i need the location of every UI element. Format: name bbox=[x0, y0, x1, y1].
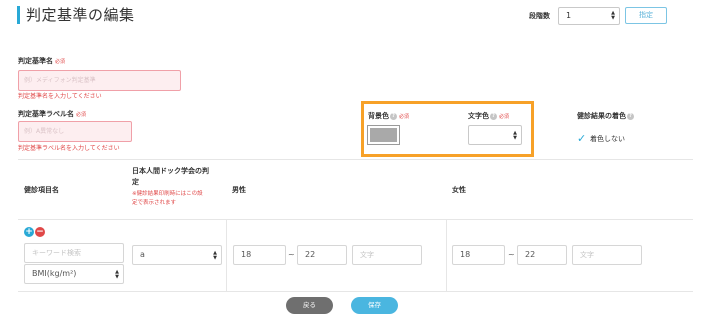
criteria-name-label: 判定基準名 必須 bbox=[18, 57, 65, 67]
table-header-border bbox=[18, 219, 693, 220]
help-icon[interactable]: ? bbox=[627, 112, 634, 120]
save-button[interactable]: 保存 bbox=[351, 297, 398, 314]
column-divider bbox=[446, 219, 447, 291]
title-accent-bar bbox=[17, 6, 20, 24]
society-judgment-select[interactable]: a ▲ ▼ bbox=[132, 245, 222, 265]
text-color-label: 文字色? 必須 bbox=[468, 112, 509, 122]
criteria-label-name-label: 判定基準ラベル名 必須 bbox=[18, 110, 86, 120]
back-button[interactable]: 戻る bbox=[286, 297, 333, 314]
range-tilde: ~ bbox=[288, 250, 295, 259]
bg-color-label: 背景色? 必須 bbox=[368, 112, 409, 122]
stage-count-value: 1 bbox=[566, 11, 572, 20]
header-male: 男性 bbox=[232, 186, 246, 194]
female-max-input[interactable]: 22 bbox=[517, 245, 567, 265]
criteria-label-name-label-text: 判定基準ラベル名 bbox=[18, 110, 74, 118]
keyword-search-input[interactable]: キーワード検索 bbox=[24, 243, 124, 263]
header-society-note-line2: 定で表示されます bbox=[132, 200, 177, 206]
result-color-label-text: 健診結果の着色 bbox=[577, 112, 626, 120]
bg-color-label-text: 背景色 bbox=[368, 112, 389, 120]
bg-color-swatch bbox=[370, 128, 397, 142]
text-color-label-text: 文字色 bbox=[468, 112, 489, 120]
required-badge: 必須 bbox=[499, 114, 510, 120]
female-text-placeholder: 文字 bbox=[580, 251, 594, 259]
spinner-icon: ▲ ▼ bbox=[513, 130, 517, 141]
keyword-search-placeholder: キーワード検索 bbox=[32, 249, 81, 257]
apply-button[interactable]: 指定 bbox=[625, 7, 667, 24]
stage-count-label: 段階数 bbox=[529, 12, 550, 20]
required-badge: 必須 bbox=[76, 112, 87, 118]
male-min-input[interactable]: 18 bbox=[233, 245, 286, 265]
table-bottom-border bbox=[18, 291, 693, 292]
result-color-label: 健診結果の着色? bbox=[577, 112, 634, 121]
society-judgment-value: a bbox=[140, 250, 145, 259]
spinner-icon: ▲ ▼ bbox=[115, 269, 119, 280]
criteria-label-name-error: 判定基準ラベル名を入力してください bbox=[18, 145, 120, 152]
male-max-input[interactable]: 22 bbox=[297, 245, 347, 265]
table-top-border bbox=[18, 159, 693, 160]
page-title: 判定基準の編集 bbox=[26, 6, 135, 24]
criteria-label-name-input[interactable]: 例）A異常なし bbox=[18, 121, 132, 142]
required-badge: 必須 bbox=[55, 59, 66, 65]
column-divider bbox=[226, 219, 227, 291]
add-row-button[interactable]: + bbox=[24, 227, 34, 237]
required-badge: 必須 bbox=[399, 114, 410, 120]
bg-color-picker[interactable] bbox=[367, 125, 400, 145]
criteria-name-input[interactable]: 例）メディフォン判定基準 bbox=[18, 70, 181, 91]
no-color-checkbox[interactable]: ✓ bbox=[577, 133, 586, 144]
exam-item-select[interactable]: BMI(kg/m²) ▲ ▼ bbox=[24, 264, 124, 284]
exam-item-value: BMI(kg/m²) bbox=[32, 269, 77, 278]
header-society-line1: 日本人間ドック学会の判 bbox=[132, 167, 209, 175]
spinner-icon: ▲ ▼ bbox=[611, 10, 615, 21]
criteria-name-label-text: 判定基準名 bbox=[18, 57, 53, 65]
header-female: 女性 bbox=[452, 186, 466, 194]
remove-row-button[interactable]: − bbox=[35, 227, 45, 237]
criteria-name-error: 判定基準名を入力してください bbox=[18, 93, 102, 100]
female-text-input[interactable]: 文字 bbox=[572, 245, 642, 265]
no-color-label: 着色しない bbox=[590, 135, 625, 143]
female-min-input[interactable]: 18 bbox=[452, 245, 505, 265]
range-tilde: ~ bbox=[508, 250, 515, 259]
header-society-line2: 定 bbox=[132, 178, 139, 186]
male-text-placeholder: 文字 bbox=[360, 251, 374, 259]
help-icon[interactable]: ? bbox=[390, 112, 397, 120]
header-item-name: 健診項目名 bbox=[24, 186, 59, 194]
help-icon[interactable]: ? bbox=[490, 112, 497, 120]
spinner-icon: ▲ ▼ bbox=[213, 250, 217, 261]
text-color-select[interactable]: ▲ ▼ bbox=[468, 125, 522, 145]
stage-count-select[interactable]: 1 ▲ ▼ bbox=[558, 7, 620, 25]
header-society-note-line1: ※健診結果印刷時にはこの設 bbox=[132, 191, 203, 197]
male-text-input[interactable]: 文字 bbox=[352, 245, 422, 265]
